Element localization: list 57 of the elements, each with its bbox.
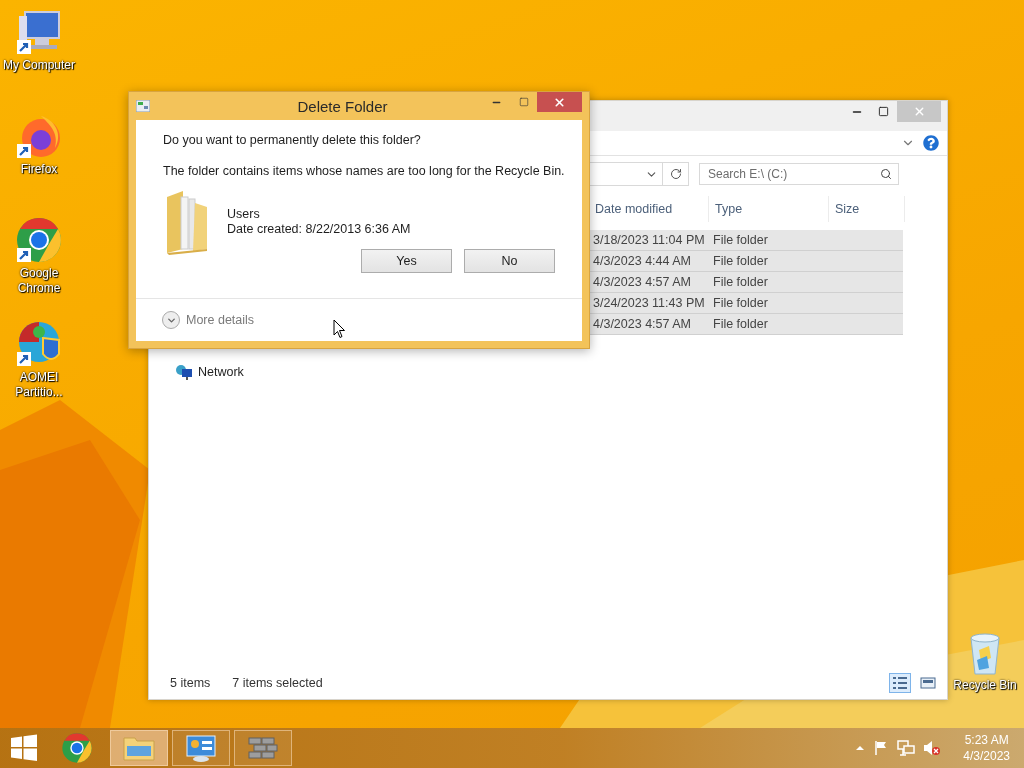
table-cell-text: 4/3/2023 4:57 AM <box>592 275 692 289</box>
taskbar-app-button[interactable] <box>110 730 168 766</box>
file-row[interactable]: 4/3/2023 4:57 AM File folder <box>589 314 903 335</box>
chrome-icon[interactable] <box>15 216 63 264</box>
table-cell-text: File folder <box>712 296 769 310</box>
brick-wall-icon <box>248 736 278 760</box>
confirm-button[interactable]: Yes <box>361 249 452 273</box>
table-cell-text: File folder <box>712 233 769 247</box>
details-view-icon <box>892 676 908 690</box>
folder-date: Date created: 8/22/2013 6:36 AM <box>227 222 411 237</box>
file-row[interactable]: 4/3/2023 4:44 AM File folder <box>589 251 903 272</box>
network-icon <box>175 364 193 380</box>
table-cell-text: 3/18/2023 11:04 PM <box>592 233 706 247</box>
column-header[interactable]: Type <box>709 196 829 222</box>
more-details-button[interactable]: More details <box>162 311 255 329</box>
file-row[interactable]: 4/3/2023 4:57 AM File folder <box>589 272 903 293</box>
selection-count: 7 items selected <box>232 676 323 690</box>
dialog-title: Delete Folder <box>296 97 389 115</box>
file-row[interactable]: 3/24/2023 11:43 PM File folder <box>589 293 903 314</box>
column-header[interactable]: Size <box>829 196 905 222</box>
dialog-app-icon <box>136 100 150 112</box>
muted-speaker-icon[interactable] <box>923 740 942 756</box>
taskbar-app-button[interactable] <box>234 730 292 766</box>
nav-item[interactable]: Network <box>175 362 589 382</box>
network-icon[interactable] <box>897 740 916 756</box>
control-panel-icon <box>185 734 217 762</box>
chrome-icon <box>61 732 93 764</box>
tiles-view-icon <box>920 676 936 690</box>
search-field[interactable]: Search E:\ (C:) <box>699 163 899 185</box>
table-cell-text: File folder <box>712 275 769 289</box>
taskbar-app-button[interactable] <box>172 730 230 766</box>
partition-tool-icon[interactable] <box>15 320 63 368</box>
search-icon <box>880 168 892 180</box>
help-icon[interactable] <box>923 135 939 151</box>
table-cell-text: File folder <box>712 254 769 268</box>
table-cell-text: 3/24/2023 11:43 PM <box>592 296 706 310</box>
close-button[interactable] <box>537 92 582 112</box>
refresh-icon <box>669 168 682 180</box>
cancel-button[interactable]: No <box>464 249 555 273</box>
expand-icon <box>162 311 180 329</box>
table-cell-text: 4/3/2023 4:57 AM <box>592 317 692 331</box>
windows-logo-icon <box>10 734 38 762</box>
maximize-icon <box>878 106 889 117</box>
show-hidden-icons-button[interactable] <box>855 745 866 751</box>
caret-icon <box>855 745 866 751</box>
file-row[interactable]: 3/18/2023 11:04 PM File folder <box>589 230 903 251</box>
message-text: The folder contains items whose names are too long for the Recycle Bin. <box>163 164 566 179</box>
table-cell-text: 4/3/2023 4:44 AM <box>592 254 692 268</box>
close-icon <box>553 95 566 109</box>
question-text: Do you want to permanently delete this folder? <box>163 133 422 148</box>
computer-icon[interactable] <box>15 8 63 56</box>
item-count: 5 items <box>170 676 211 690</box>
table-cell-text: File folder <box>712 317 769 331</box>
maximize-icon <box>518 97 529 107</box>
details-view-button[interactable] <box>889 673 911 693</box>
folder-name: Users <box>227 207 261 222</box>
folder-icon <box>123 735 155 761</box>
